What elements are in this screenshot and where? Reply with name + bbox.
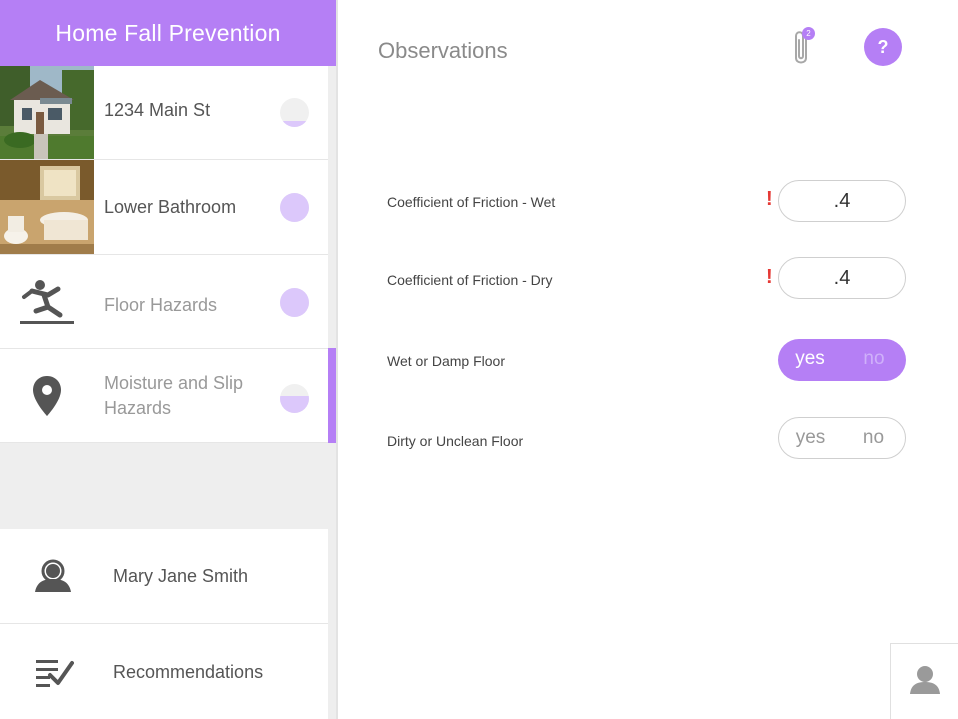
wet-damp-toggle[interactable]: yes no — [778, 339, 906, 381]
progress-indicator — [280, 384, 309, 413]
sidebar-item-label: Moisture and Slip Hazards — [104, 373, 244, 418]
toggle-yes[interactable]: yes — [778, 339, 842, 381]
sidebar-item-floor-hazards[interactable]: Floor Hazards — [0, 255, 328, 349]
page-title: Observations — [378, 38, 508, 63]
user-profile-button[interactable] — [890, 643, 958, 719]
user-avatar-icon — [909, 664, 941, 699]
sidebar-item-moisture-slip[interactable]: Moisture and Slip Hazards — [0, 349, 328, 443]
field-label-cof-wet: Coefficient of Friction - Wet — [387, 194, 556, 210]
sidebar-item-bathroom[interactable]: Lower Bathroom — [0, 160, 328, 255]
sidebar-spacer — [0, 443, 328, 529]
sidebar-item-label: Floor Hazards — [104, 295, 218, 315]
sidebar-item-label: Recommendations — [113, 662, 264, 682]
active-item-indicator — [328, 348, 336, 443]
sidebar-item-recommendations[interactable]: Recommendations — [0, 624, 328, 719]
cof-wet-input[interactable]: .4 — [778, 180, 906, 222]
cof-dry-input[interactable]: .4 — [778, 257, 906, 299]
slip-fall-icon — [0, 255, 94, 348]
toggle-no[interactable]: no — [842, 339, 906, 381]
warning-icon: ! — [766, 266, 773, 288]
sidebar-item-label: Mary Jane Smith — [113, 566, 249, 586]
warning-icon: ! — [766, 188, 773, 210]
progress-indicator — [280, 193, 309, 222]
app-root: Home Fall Prevention 1234 Main St Lower … — [0, 0, 958, 719]
progress-indicator — [280, 288, 309, 317]
sidebar-item-label: Lower Bathroom — [104, 197, 237, 217]
sidebar-item-label: 1234 Main St — [104, 100, 211, 120]
app-title: Home Fall Prevention — [0, 0, 336, 66]
field-label-cof-dry: Coefficient of Friction - Dry — [387, 272, 553, 288]
sidebar: Home Fall Prevention 1234 Main St Lower … — [0, 0, 338, 719]
field-label-dirty-unclean: Dirty or Unclean Floor — [387, 433, 524, 449]
checklist-icon — [0, 624, 110, 719]
house-thumbnail — [0, 66, 94, 159]
sidebar-item-client[interactable]: Mary Jane Smith — [0, 529, 328, 624]
toggle-yes[interactable]: yes — [779, 418, 842, 458]
progress-indicator — [280, 98, 309, 127]
location-pin-icon — [0, 349, 94, 442]
sidebar-item-address[interactable]: 1234 Main St — [0, 66, 328, 160]
person-icon — [0, 529, 106, 623]
main-panel: Observations 2 ? Coefficient of Friction… — [340, 0, 958, 719]
help-button[interactable]: ? — [864, 28, 902, 66]
attachment-count-badge: 2 — [802, 27, 815, 40]
field-label-wet-damp: Wet or Damp Floor — [387, 353, 505, 369]
bathroom-thumbnail — [0, 160, 94, 254]
toggle-no[interactable]: no — [842, 418, 905, 458]
dirty-unclean-toggle[interactable]: yes no — [778, 417, 906, 459]
